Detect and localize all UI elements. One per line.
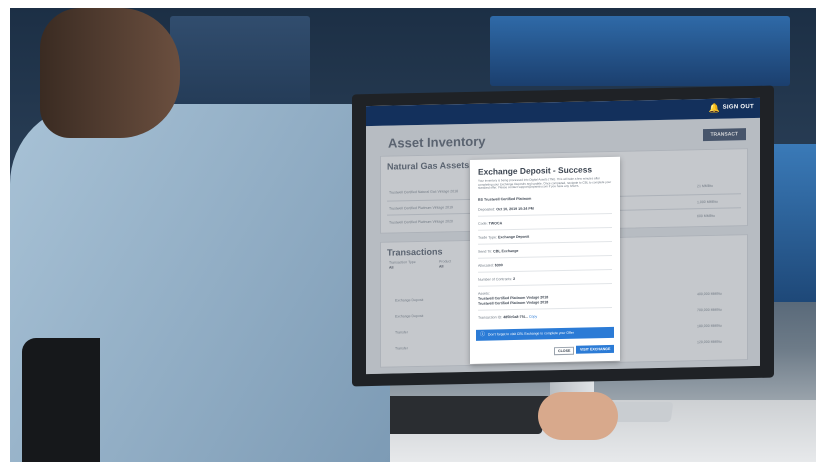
photo-frame: 🔔 SIGN OUT Asset Inventory TRANSACT Natu… bbox=[10, 8, 816, 462]
sign-out-button[interactable]: SIGN OUT bbox=[723, 104, 754, 111]
success-modal: Exchange Deposit - Success Your inventor… bbox=[470, 156, 620, 364]
close-button[interactable]: CLOSE bbox=[554, 346, 575, 356]
modal-transaction-id: Transaction ID: 485fc0a8-7f4... Copy bbox=[478, 314, 538, 320]
modal-body: Your inventory is being processed into D… bbox=[478, 176, 612, 190]
modal-field-send-to: Send To: CBL Exchange bbox=[478, 248, 519, 254]
divider bbox=[478, 212, 612, 217]
modal-field-code: Code: TWOCA bbox=[478, 221, 503, 226]
copy-link[interactable]: Copy bbox=[529, 315, 537, 319]
modal-product: BS Trustwell Certified Platinum bbox=[478, 196, 532, 202]
background-screen-top-right bbox=[490, 16, 790, 86]
reminder-banner: ⓘ Don't forget to visit CBL Exchange to … bbox=[476, 326, 614, 341]
modal-field-trade-type: Trade Type: Exchange Deposit bbox=[478, 234, 530, 240]
modal-assets-label: Assets: bbox=[478, 291, 490, 296]
modal-field-contracts: Number of Contracts: 2 bbox=[478, 277, 516, 282]
person-head bbox=[40, 8, 180, 138]
divider bbox=[478, 240, 612, 245]
divider bbox=[478, 282, 612, 287]
divider bbox=[478, 268, 612, 273]
bell-icon[interactable]: 🔔 bbox=[709, 103, 720, 114]
divider bbox=[478, 226, 612, 231]
visit-exchange-button[interactable]: VISIT EXCHANGE bbox=[576, 344, 615, 354]
office-chair bbox=[22, 338, 100, 462]
computer-monitor: 🔔 SIGN OUT Asset Inventory TRANSACT Natu… bbox=[352, 85, 774, 387]
modal-field-allocated: Allocated: $300 bbox=[478, 263, 503, 268]
info-icon: ⓘ bbox=[480, 331, 486, 338]
reminder-text: Don't forget to visit CBL Exchange to co… bbox=[488, 330, 574, 337]
modal-asset: Trustwell Certified Platinum Vintage 201… bbox=[478, 300, 549, 306]
modal-field-deposited: Deposited: Oct 10, 2019 10:24 PM bbox=[478, 206, 534, 212]
person-hand bbox=[538, 392, 618, 440]
divider bbox=[478, 254, 612, 259]
modal-title: Exchange Deposit - Success bbox=[478, 164, 593, 177]
divider bbox=[478, 306, 612, 311]
monitor-screen: 🔔 SIGN OUT Asset Inventory TRANSACT Natu… bbox=[366, 97, 760, 375]
